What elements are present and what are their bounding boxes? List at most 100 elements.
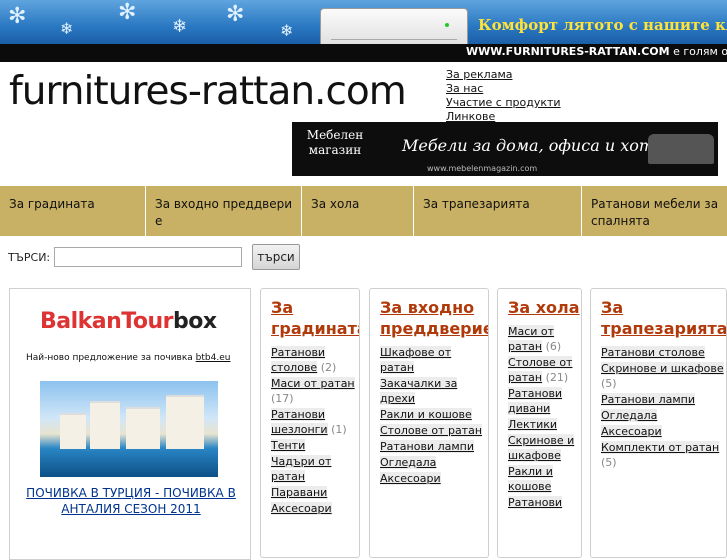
- travel-offer-text: Най-ново предложение за почивка: [26, 353, 196, 363]
- category-item: Огледала: [380, 455, 488, 470]
- category-item-count: (1): [331, 423, 347, 436]
- category-item: Чадъри от ратан: [271, 454, 359, 484]
- travel-ad-box: BalkanTourbox Най-ново предложение за по…: [9, 288, 251, 560]
- nav-tab-garden[interactable]: За градината: [0, 186, 146, 236]
- category-item: Скринове и шкафове (5): [601, 361, 726, 391]
- category-item: Столове от ратан: [380, 423, 488, 438]
- category-item: Ратанови лампи: [601, 392, 726, 407]
- snowflake-icon: ✻: [226, 2, 245, 27]
- top-link-about[interactable]: За нас: [446, 82, 483, 95]
- top-banner-ad[interactable]: ✻ ❄ ✻ ❄ ✻ ❄ Комфорт лятото с нашите клим…: [0, 0, 727, 62]
- category-item: Лектики: [508, 417, 581, 432]
- furniture-store-banner[interactable]: Мебелен магазин Мебели за дома, офиса и …: [292, 122, 718, 176]
- category-item-count: (6): [545, 340, 562, 353]
- top-link-advertising[interactable]: За реклама: [446, 68, 513, 81]
- category-item-link[interactable]: Закачалки за дрехи: [380, 377, 458, 405]
- category-item: Ракли и кошове: [508, 464, 581, 494]
- logo-text: furnitures-rattan.com: [9, 69, 407, 114]
- category-column-dining-room: За трапезарията Ратанови столове Скринове…: [590, 288, 727, 558]
- category-item: Ратанови лампи: [380, 439, 488, 454]
- category-item-link[interactable]: Ракли и кошове: [508, 465, 553, 493]
- logo-part-b: box: [173, 309, 217, 334]
- category-item-link[interactable]: Ратанови лампи: [601, 393, 695, 406]
- category-title[interactable]: За трапезарията: [601, 297, 726, 339]
- category-item-link[interactable]: Аксесоари: [601, 425, 662, 438]
- category-item-link[interactable]: Ратанови лампи: [380, 440, 474, 453]
- category-column-entrance: За входно преддверие Шкафове от ратан Зак…: [369, 288, 489, 558]
- category-item-link[interactable]: Тенти: [271, 439, 306, 452]
- category-title[interactable]: За входно преддверие: [380, 297, 488, 339]
- category-item-link[interactable]: Паравани: [271, 486, 328, 499]
- category-item-link[interactable]: Ратанови столове: [601, 346, 705, 359]
- sofa-image: [648, 134, 714, 164]
- category-item: Маси от ратан (17): [271, 376, 359, 406]
- category-title[interactable]: За градината: [271, 297, 359, 339]
- category-item-link[interactable]: Ратанови: [508, 496, 563, 509]
- store-badge: Мебелен магазин: [306, 128, 364, 157]
- snowflake-icon: ✻: [118, 0, 137, 25]
- status-light: [445, 23, 449, 27]
- category-item-link[interactable]: Аксесоари: [380, 472, 441, 485]
- category-item-link[interactable]: Чадъри от ратан: [271, 455, 332, 483]
- category-item-count: (5): [601, 377, 617, 390]
- category-item: Ракли и кошове: [380, 407, 488, 422]
- store-url: www.mebelenmagazin.com: [427, 164, 538, 173]
- banner-site-url: WWW.FURNITURES-RATTAN.COM: [466, 45, 670, 58]
- category-item-link[interactable]: Ратанови шезлонги: [271, 408, 328, 436]
- top-link-products[interactable]: Участие с продукти: [446, 96, 561, 109]
- category-item-link[interactable]: Лектики: [508, 418, 558, 431]
- search-button[interactable]: търси: [252, 244, 300, 270]
- category-item-link[interactable]: Аксесоари: [271, 502, 332, 515]
- category-item: Столове от ратан (21): [508, 355, 581, 385]
- snowflake-icon: ✻: [8, 4, 27, 29]
- nav-tab-entrance[interactable]: За входно преддвери е: [146, 186, 302, 236]
- category-item-link[interactable]: Ратанови дивани: [508, 387, 563, 415]
- category-item: Ратанови столове: [601, 345, 726, 360]
- category-item-link[interactable]: Ратанови столове: [271, 346, 326, 374]
- category-column-living-room: За хола Маси от ратан (6) Столове от рата…: [497, 288, 582, 558]
- category-item-count: (17): [271, 392, 294, 405]
- category-item-link[interactable]: Маси от ратан: [271, 377, 355, 390]
- category-title[interactable]: За хола: [508, 297, 581, 318]
- snowflake-icon: ❄: [280, 21, 294, 40]
- category-item-link[interactable]: Комплекти от ратан: [601, 441, 720, 454]
- category-item-link[interactable]: Скринове и шкафове: [508, 434, 575, 462]
- nav-tab-living-room[interactable]: За хола: [302, 186, 414, 236]
- snowflake-icon: ❄: [172, 16, 188, 37]
- category-column-garden: За градината Ратанови столове (2) Маси от…: [260, 288, 360, 558]
- category-item-link[interactable]: Ракли и кошове: [380, 408, 472, 421]
- travel-ad-caption[interactable]: ПОЧИВКА В ТУРЦИЯ - ПОЧИВКА В АНТАЛИЯ СЕЗ…: [18, 485, 244, 517]
- nav-tab-dining-room[interactable]: За трапезарията: [414, 186, 582, 236]
- top-links: За реклама За нас Участие с продукти Лин…: [446, 68, 561, 124]
- category-item-link[interactable]: Столове от ратан: [380, 424, 483, 437]
- category-item-link[interactable]: Скринове и шкафове: [601, 362, 724, 375]
- resort-photo[interactable]: [40, 381, 218, 477]
- search-input[interactable]: [54, 247, 242, 267]
- search-label: ТЪРСИ:: [8, 251, 51, 264]
- logo-part-a: BalkanTour: [40, 309, 174, 334]
- travel-offer-link[interactable]: btb4.eu: [196, 353, 231, 363]
- building-shape: [126, 407, 160, 449]
- building-shape: [90, 401, 120, 449]
- store-slogan: Мебели за дома, офиса и хотела: [402, 136, 684, 155]
- category-item-count: (2): [320, 361, 337, 374]
- banner-promo-text: Комфорт лятото с нашите клим: [478, 16, 727, 34]
- category-item-link[interactable]: Шкафове от ратан: [380, 346, 452, 374]
- category-item: Ратанови столове (2): [271, 345, 359, 375]
- category-item: Огледала: [601, 408, 726, 423]
- category-item: Аксесоари: [380, 471, 488, 486]
- building-shape: [60, 413, 86, 449]
- category-item: Ратанови: [508, 495, 581, 510]
- category-item-link[interactable]: Огледала: [380, 456, 437, 469]
- nav-tab-bedroom[interactable]: Ратанови мебели за спалнята: [582, 186, 727, 236]
- category-item-count: (5): [601, 456, 617, 469]
- category-item: Закачалки за дрехи: [380, 376, 488, 406]
- balkantourbox-logo[interactable]: BalkanTourbox: [40, 309, 217, 334]
- category-item-link[interactable]: Огледала: [601, 409, 658, 422]
- site-logo[interactable]: furnitures-rattan.com: [9, 68, 427, 116]
- category-item: Тенти: [271, 438, 359, 453]
- category-item: Комплекти от ратан (5): [601, 440, 726, 470]
- building-shape: [166, 395, 204, 449]
- category-item: Ратанови дивани: [508, 386, 581, 416]
- category-item: Шкафове от ратан: [380, 345, 488, 375]
